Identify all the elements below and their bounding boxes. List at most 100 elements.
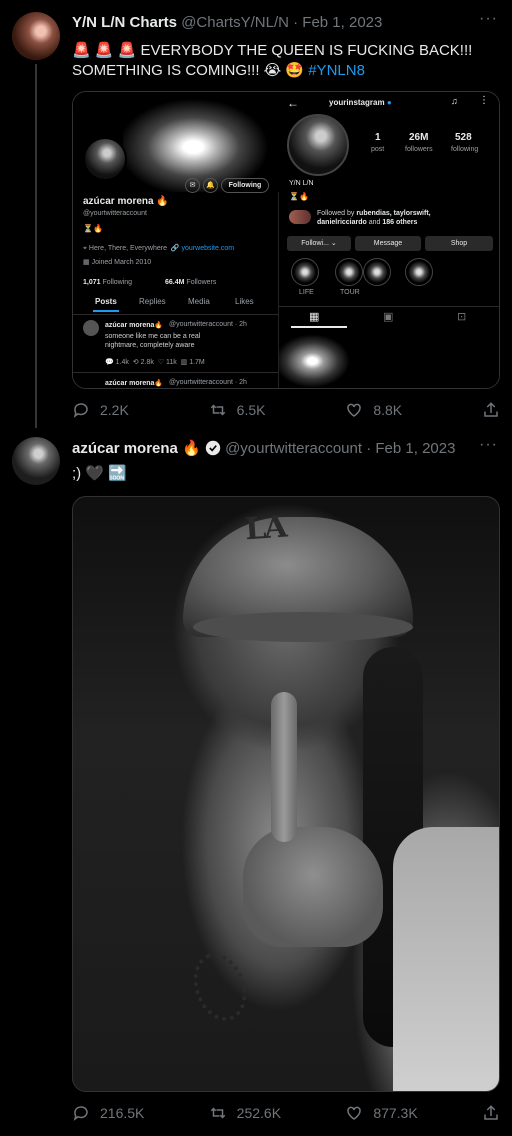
- tweet1-text: 🚨 🚨 🚨 EVERYBODY THE QUEEN IS FUCKING BAC…: [72, 41, 492, 81]
- mockup-twitter-bio: ⏳🔥: [83, 224, 103, 233]
- ig-followed-by: Followed by rubendias, taylorswift, dani…: [317, 210, 431, 226]
- ig-shop-button: Shop: [425, 236, 493, 251]
- ig-grid-post: [279, 332, 353, 388]
- azucar-avatar[interactable]: [12, 437, 60, 485]
- photo-cap-brim: [193, 612, 413, 642]
- ig-highlight-life-label: LIFE: [299, 289, 314, 296]
- ig-username: yourinstagram ●: [329, 98, 392, 107]
- tweet1-text-line1: EVERYBODY THE QUEEN IS FUCKING BACK!!!: [140, 42, 473, 59]
- tweet1-like-button[interactable]: 8.8K: [345, 401, 445, 419]
- retweet-icon: [210, 1107, 225, 1119]
- thread-line: [35, 64, 37, 428]
- tweet2-retweet-count: 252.6K: [236, 1105, 282, 1121]
- mockup-twitter-avatar: [83, 137, 127, 181]
- mockup-post-text: someone like me can be a real nightmare,…: [105, 333, 201, 349]
- tweet2-like-button[interactable]: 877.3K: [345, 1104, 445, 1122]
- ig-followed-by-avatars: [289, 210, 311, 224]
- mockup-location: ⌖ Here, There, Everywhere 🔗 yourwebsite.…: [83, 245, 235, 252]
- share-icon: [484, 1105, 498, 1120]
- mockup-divider: [73, 314, 279, 315]
- mockup-twitter-name: azúcar morena 🔥: [83, 196, 169, 207]
- mockup-tab-likes: Likes: [235, 297, 254, 306]
- tweet1-reply-count: 2.2K: [100, 402, 129, 418]
- reply-icon: [73, 1106, 88, 1121]
- tweet1-retweet-count: 6.5K: [236, 402, 266, 418]
- retweet-icon: [210, 404, 225, 416]
- twitter-profile-mockup: ✉ 🔔 Following azúcar morena 🔥 @yourtwitt…: [73, 92, 279, 388]
- tweet1-media[interactable]: ✉ 🔔 Following azúcar morena 🔥 @yourtwitt…: [72, 91, 500, 389]
- tweet1-more-icon[interactable]: ···: [479, 10, 498, 28]
- ig-display-name: Y/N L/N: [289, 180, 314, 187]
- ig-highlight-tour-label: TOUR: [340, 289, 360, 296]
- verified-badge-icon: [205, 440, 221, 456]
- chart-account-avatar[interactable]: [12, 12, 60, 60]
- tweet1-share-button[interactable]: [482, 401, 500, 419]
- ig-followers-label: followers: [405, 146, 433, 153]
- tweet2-separator: ·: [366, 440, 372, 457]
- tweet1-separator: ·: [293, 14, 299, 31]
- mockup-tab-media: Media: [188, 297, 210, 306]
- ig-following-count: 528: [455, 132, 472, 143]
- fire-banner: [123, 92, 279, 192]
- mockup-twitter-handle: @yourtwitteraccount: [83, 210, 147, 217]
- mockup-divider-2: [73, 372, 279, 373]
- tweet1-date[interactable]: Feb 1, 2023: [302, 14, 382, 31]
- tweet2-reply-count: 216.5K: [100, 1105, 145, 1121]
- mockup-post2-handle: @yourtwitteraccount · 2h: [169, 379, 247, 386]
- reply-icon: [73, 403, 88, 418]
- tweet1-reply-button[interactable]: 2.2K: [72, 401, 172, 419]
- mockup-followers-count: 66.4M Followers: [165, 279, 217, 286]
- tweet1-handle[interactable]: @ChartsY/NL/N: [181, 14, 289, 31]
- tweet2-text: ;) 🖤 🔜: [72, 465, 127, 482]
- photo-finger: [271, 692, 297, 842]
- share-icon: [484, 402, 498, 417]
- tweet1-like-count: 8.8K: [373, 402, 403, 418]
- ig-reels-icon: ▣: [383, 311, 394, 323]
- mockup-joined: ▦ Joined March 2010: [83, 259, 152, 266]
- mockup-post-handle: @yourtwitteraccount · 2h: [169, 321, 247, 328]
- mockup-following-count: 1,071 Following: [83, 279, 133, 286]
- mockup-tab-replies: Replies: [139, 297, 166, 306]
- tweet1-header: Y/N L/N Charts @ChartsY/NL/N · Feb 1, 20…: [72, 13, 382, 33]
- photo-shirt: [393, 827, 499, 1091]
- mockup-post-avatar: [83, 320, 99, 336]
- back-arrow-icon: ←: [287, 96, 299, 110]
- tweet2-reply-button[interactable]: 216.5K: [72, 1104, 172, 1122]
- mockup-following-button: Following: [221, 178, 269, 193]
- tweet2-share-button[interactable]: [482, 1104, 500, 1122]
- notify-icon: 🔔: [203, 178, 218, 193]
- tweet1-hashtag[interactable]: #YNLN8: [308, 62, 365, 79]
- mockup-post-stats: 💬 1.4k ⟲ 2.8k ♡ 11k ▥ 1.7M: [105, 359, 205, 366]
- heart-icon: [347, 1106, 362, 1120]
- tweet2-actions: 216.5K 252.6K 877.3K: [72, 1104, 500, 1122]
- photo-bracelet: [184, 945, 256, 1029]
- tweet1-author-name[interactable]: Y/N L/N Charts: [72, 14, 177, 31]
- ig-grid-icon: ▦: [309, 311, 320, 323]
- ig-bio: ⏳🔥: [289, 192, 309, 201]
- ig-highlight-life-circle: [291, 258, 319, 286]
- tweet2-like-count: 877.3K: [373, 1105, 418, 1121]
- ig-active-tab-indicator: [291, 326, 347, 328]
- ig-tab-divider: [279, 306, 499, 307]
- tweet2-author-name[interactable]: azúcar morena 🔥: [72, 440, 201, 457]
- mockup-post2-author: azúcar morena🔥: [105, 380, 164, 387]
- tweet2-handle[interactable]: @yourtwitteraccount: [225, 440, 362, 457]
- cap-logo: LA: [243, 509, 287, 548]
- tweet1-actions: 2.2K 6.5K 8.8K: [72, 401, 500, 419]
- tweet2-header: azúcar morena 🔥 @yourtwitteraccount · Fe…: [72, 439, 455, 459]
- ig-menu-icon: ⋮: [479, 95, 489, 106]
- mockup-tab-posts: Posts: [95, 297, 117, 306]
- tweet2-retweet-button[interactable]: 252.6K: [209, 1104, 309, 1122]
- tweet2-photo[interactable]: LA: [72, 496, 500, 1092]
- tweet1-retweet-button[interactable]: 6.5K: [209, 401, 309, 419]
- ig-message-button: Message: [355, 236, 421, 251]
- ig-bell-icon: ♫: [451, 96, 458, 106]
- ig-posts-label: post: [371, 146, 385, 153]
- instagram-profile-mockup: ← yourinstagram ● ♫ ⋮ 1 post 26M followe…: [279, 92, 499, 388]
- ig-following-label: following: [451, 146, 479, 153]
- tweet2-more-icon[interactable]: ···: [479, 436, 498, 454]
- ig-highlight-tour: [405, 258, 433, 286]
- tweet2-date[interactable]: Feb 1, 2023: [375, 440, 455, 457]
- ig-avatar: [287, 114, 349, 176]
- siren-emojis: 🚨 🚨 🚨: [72, 42, 137, 59]
